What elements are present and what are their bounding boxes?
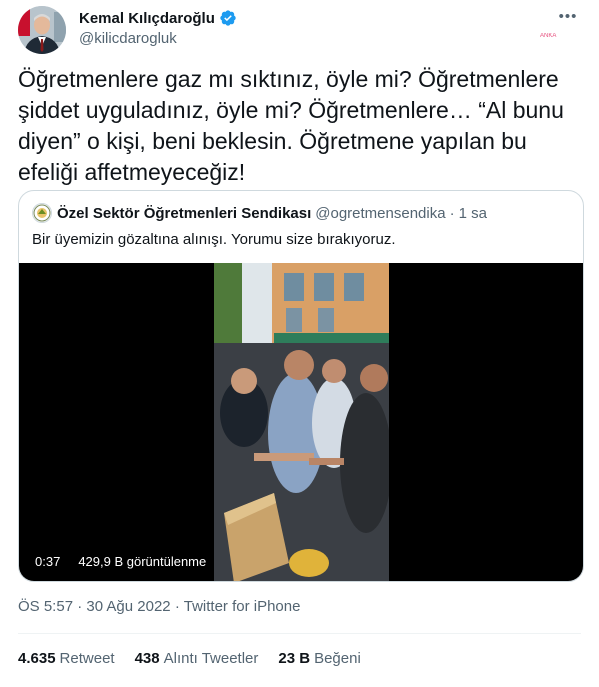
tweet-source[interactable]: Twitter for iPhone	[184, 598, 301, 615]
retweets-count: 4.635	[18, 650, 56, 667]
author-handle[interactable]: @kilicdarogluk	[79, 30, 237, 47]
quoted-author-avatar	[32, 203, 52, 223]
watermark-logo: ANKA	[540, 33, 557, 39]
video-duration: 0:37	[29, 552, 67, 571]
tweet-date[interactable]: 30 Ağu 2022	[86, 598, 170, 615]
tweet-time[interactable]: ÖS 5:57	[18, 598, 73, 615]
display-name-row: Kemal Kılıçdaroğlu	[79, 8, 237, 28]
tweet-stats: 4.635 Retweet 438 Alıntı Tweetler 23 B Beğe…	[18, 650, 381, 667]
likes-count: 23 B	[278, 650, 311, 667]
author-avatar[interactable]	[18, 6, 66, 54]
quotes-stat[interactable]: 438 Alıntı Tweetler	[135, 650, 259, 667]
likes-label: Beğeni	[314, 650, 361, 667]
video-info: 0:37 429,9 B görüntülenme	[29, 552, 213, 571]
separator-dot: ·	[174, 598, 180, 615]
tweet-text: Öğretmenlere gaz mı sıktınız, öyle mi? Ö…	[18, 66, 564, 185]
retweets-label: Retweet	[59, 650, 115, 667]
quoted-tweet-header: Özel Sektör Öğretmenleri Sendikası @ogre…	[32, 203, 487, 223]
tweet-meta: ÖS 5:57 · 30 Ağu 2022 · Twitter for iPho…	[18, 598, 300, 615]
separator-dot: ·	[77, 598, 83, 615]
author-display-name[interactable]: Kemal Kılıçdaroğlu	[79, 10, 215, 27]
retweets-stat[interactable]: 4.635 Retweet	[18, 650, 115, 667]
more-dots-icon[interactable]: •••	[557, 8, 579, 28]
likes-stat[interactable]: 23 B Beğeni	[278, 650, 360, 667]
tweet-header: Kemal Kılıçdaroğlu @kilicdarogluk •••	[18, 6, 581, 54]
quotes-count: 438	[134, 650, 160, 667]
video-frame	[214, 263, 389, 581]
quoted-author-handle: @ogretmensendika	[315, 204, 446, 222]
quoted-tweet[interactable]: Özel Sektör Öğretmenleri Sendikası @ogre…	[18, 190, 584, 582]
separator-dot: ·	[449, 204, 455, 222]
divider	[18, 633, 581, 634]
quotes-label: Alıntı Tweetler	[163, 650, 259, 667]
quoted-tweet-text: Bir üyemizin gözaltına alınışı. Yorumu s…	[32, 231, 396, 248]
video-views: 429,9 B görüntülenme	[72, 552, 213, 571]
author-names: Kemal Kılıçdaroğlu @kilicdarogluk	[79, 8, 237, 47]
quoted-author-name: Özel Sektör Öğretmenleri Sendikası	[57, 204, 312, 222]
verified-badge-icon	[220, 10, 236, 26]
video-player[interactable]: 0:37 429,9 B görüntülenme	[19, 263, 583, 581]
quoted-tweet-time: 1 sa	[458, 204, 487, 222]
